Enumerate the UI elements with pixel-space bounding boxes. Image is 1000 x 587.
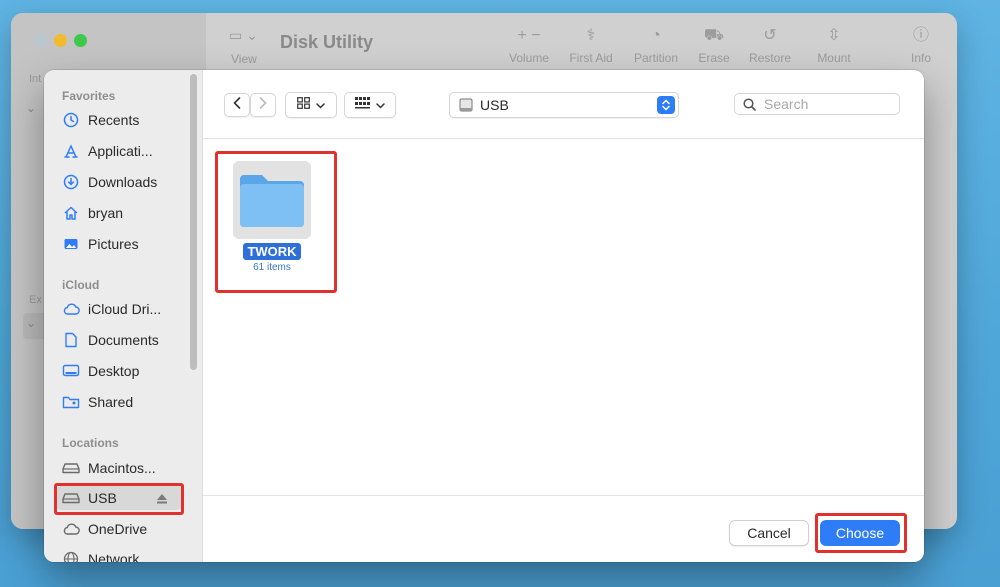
dialog-toolbar: USB	[203, 70, 924, 139]
sidebar-item-pictures[interactable]: Pictures	[62, 232, 139, 256]
chevron-down-icon	[316, 96, 325, 114]
sidebar-item-label: iCloud Dri...	[88, 301, 162, 317]
sidebar-item-documents[interactable]: Documents	[62, 328, 159, 352]
sidebar-item-label: Shared	[88, 394, 134, 410]
icon-view-button[interactable]	[285, 92, 337, 118]
apps-icon	[62, 142, 80, 160]
cloud-icon	[62, 520, 80, 538]
partition-icon: ◔	[651, 27, 661, 44]
toolbar-volume-button[interactable]: + − Volume	[497, 25, 561, 65]
stethoscope-icon: ⚕	[586, 27, 596, 44]
chevron-left-icon	[233, 96, 241, 114]
sidebar-item-bryan[interactable]: bryan	[62, 201, 123, 225]
search-icon	[743, 97, 756, 111]
toolbar-erase-button[interactable]: ⛟ Erase	[682, 25, 746, 65]
sidebar-item-network[interactable]: Network	[62, 547, 139, 562]
desktop-icon	[62, 362, 80, 380]
file-browser: TWORK 61 items	[203, 139, 924, 496]
chevron-right-icon	[259, 96, 267, 114]
window-title: Disk Utility	[280, 32, 374, 52]
sidebar-item-recents[interactable]: Recents	[62, 108, 139, 132]
group-button[interactable]	[344, 92, 396, 118]
sidebar-item-label: OneDrive	[88, 521, 148, 537]
sidebar-item-onedrive[interactable]: OneDrive	[62, 517, 147, 541]
choose-highlight-box	[815, 513, 907, 553]
sidebar-item-desktop[interactable]: Desktop	[62, 359, 139, 383]
drive-icon	[62, 459, 80, 477]
sidebar-item-macintosh-hd[interactable]: Macintos...	[62, 456, 156, 480]
back-button[interactable]	[224, 93, 250, 117]
updown-chevron-icon	[657, 96, 675, 114]
restore-icon: ↺	[763, 27, 777, 44]
sidebar-view-icon[interactable]: ▭ ⌄	[229, 27, 258, 44]
sidebar-item-label: Network	[88, 551, 140, 562]
home-icon	[62, 204, 80, 222]
drive-icon	[458, 98, 474, 112]
sidebar-item-label: Applicati...	[88, 143, 153, 159]
sidebar-item-downloads[interactable]: Downloads	[62, 170, 157, 194]
sidebar-item-label: Pictures	[88, 236, 139, 252]
toolbar-first-aid-button[interactable]: ⚕ First Aid	[559, 25, 623, 65]
open-dialog: Favorites Recents Applicati... Downloads…	[44, 70, 924, 562]
folder-highlight-box	[215, 151, 337, 293]
internal-section-label: Int	[29, 73, 42, 85]
external-section-label: Ex	[29, 294, 42, 306]
mount-icon: ⇳	[827, 27, 841, 44]
clock-icon	[62, 111, 80, 129]
dialog-sidebar: Favorites Recents Applicati... Downloads…	[44, 70, 203, 562]
location-popup[interactable]: USB	[449, 92, 679, 118]
view-label: View	[231, 52, 257, 66]
info-icon: ⓘ	[912, 27, 929, 44]
sidebar-item-label: Downloads	[88, 174, 158, 190]
sidebar-item-label: Recents	[88, 112, 140, 128]
toolbar-restore-button[interactable]: ↺ Restore	[738, 25, 802, 65]
location-label: USB	[480, 97, 509, 113]
sidebar-item-applications[interactable]: Applicati...	[62, 139, 153, 163]
sidebar-item-shared[interactable]: Shared	[62, 390, 133, 414]
sidebar-item-icloud-drive[interactable]: iCloud Dri...	[62, 297, 161, 321]
chevron-down-icon	[376, 96, 385, 114]
close-window-button[interactable]	[34, 34, 47, 47]
locations-section-title: Locations	[62, 436, 119, 450]
plus-minus-icon: + −	[517, 27, 541, 44]
search-field[interactable]	[734, 93, 900, 115]
grid-icon	[297, 96, 310, 114]
icloud-section-title: iCloud	[62, 278, 100, 292]
group-grid-icon	[355, 96, 370, 114]
sidebar-item-label: Documents	[88, 332, 159, 348]
cloud-icon	[62, 300, 80, 318]
sidebar-item-label: bryan	[88, 205, 124, 221]
download-icon	[62, 173, 80, 191]
search-input[interactable]	[762, 95, 896, 113]
toolbar-mount-button[interactable]: ⇳ Mount	[802, 25, 866, 65]
sidebar-item-label: Desktop	[88, 363, 140, 379]
globe-icon	[62, 550, 80, 562]
erase-icon: ⛟	[703, 27, 725, 44]
favorites-section-title: Favorites	[62, 89, 116, 103]
dialog-main: USB TWORK 61 items Ca	[203, 70, 924, 562]
dialog-footer: Cancel Choose	[203, 495, 924, 562]
forward-button[interactable]	[250, 93, 276, 117]
toolbar-partition-button[interactable]: ◔ Partition	[624, 25, 688, 65]
usb-highlight-box	[54, 483, 184, 515]
chevron-down-icon[interactable]: ⌄	[26, 101, 36, 115]
sidebar-item-label: Macintos...	[88, 460, 156, 476]
shared-folder-icon	[62, 393, 80, 411]
document-icon	[62, 331, 80, 349]
toolbar-info-button[interactable]: ⓘ Info	[889, 25, 953, 65]
minimize-window-button[interactable]	[54, 34, 67, 47]
photo-icon	[62, 235, 80, 253]
sidebar-scrollbar[interactable]	[190, 74, 197, 370]
cancel-button[interactable]: Cancel	[729, 520, 809, 546]
zoom-window-button[interactable]	[74, 34, 87, 47]
chevron-down-icon: ⌄	[26, 316, 37, 330]
